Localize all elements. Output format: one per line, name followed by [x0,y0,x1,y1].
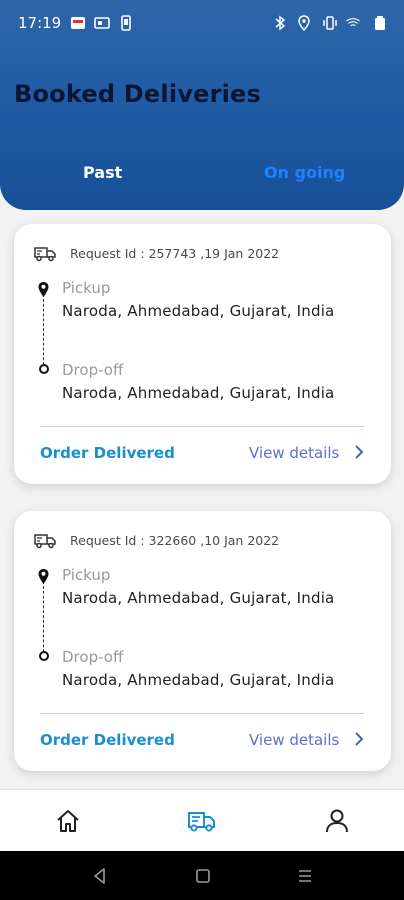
dropoff-dot-icon [39,651,49,661]
dropoff-dot-icon [39,364,49,374]
chevron-right-icon[interactable] [353,731,365,747]
view-details-link[interactable]: View details [249,444,339,462]
profile-icon[interactable] [322,806,352,836]
home-icon[interactable] [53,806,83,836]
header: 17:19 Booked Deliveries Past On going [0,0,404,210]
home-button-icon[interactable] [194,867,212,885]
recent-apps-icon[interactable] [296,867,314,885]
delivery-truck-icon [34,534,56,549]
wifi-icon [346,18,360,27]
back-icon[interactable] [91,867,109,885]
divider [40,426,364,427]
dropoff-label: Drop-off [62,648,124,666]
dropoff-address: Naroda, Ahmedabad, Gujarat, India [62,671,335,689]
pickup-address: Naroda, Ahmedabad, Gujarat, India [62,589,335,607]
pickup-pin-icon [38,569,49,584]
route-line [43,581,44,657]
delivery-truck-icon[interactable] [186,806,216,836]
bluetooth-icon [275,15,286,31]
dropoff-address: Naroda, Ahmedabad, Gujarat, India [62,384,335,402]
view-details-link[interactable]: View details [249,731,339,749]
tab-past[interactable]: Past [83,163,122,182]
phone-icon [121,15,131,31]
status-time: 17:19 [18,14,62,32]
pickup-label: Pickup [62,566,111,584]
pickup-pin-icon [38,282,49,297]
delivery-card: Request Id : 257743 ,19 Jan 2022 Pickup … [14,224,391,484]
delivery-card: Request Id : 322660 ,10 Jan 2022 Pickup … [14,511,391,771]
request-id: Request Id : 322660 ,10 Jan 2022 [70,533,280,548]
order-status: Order Delivered [40,444,175,462]
bottom-nav [0,789,404,851]
pickup-address: Naroda, Ahmedabad, Gujarat, India [62,302,335,320]
dropoff-label: Drop-off [62,361,124,379]
order-status: Order Delivered [40,731,175,749]
request-id: Request Id : 257743 ,19 Jan 2022 [70,246,280,261]
status-bar: 17:19 [0,0,404,46]
page-title: Booked Deliveries [14,80,261,108]
battery-icon [375,16,385,30]
system-nav-bar [0,851,404,900]
card-icon [94,17,110,29]
route-line [43,294,44,370]
app-notification-icon [71,17,85,29]
divider [40,713,364,714]
pickup-label: Pickup [62,279,111,297]
delivery-truck-icon [34,247,56,262]
location-icon [298,15,310,31]
tab-on-going[interactable]: On going [264,163,345,182]
vibrate-icon [323,16,337,30]
chevron-right-icon[interactable] [353,444,365,460]
